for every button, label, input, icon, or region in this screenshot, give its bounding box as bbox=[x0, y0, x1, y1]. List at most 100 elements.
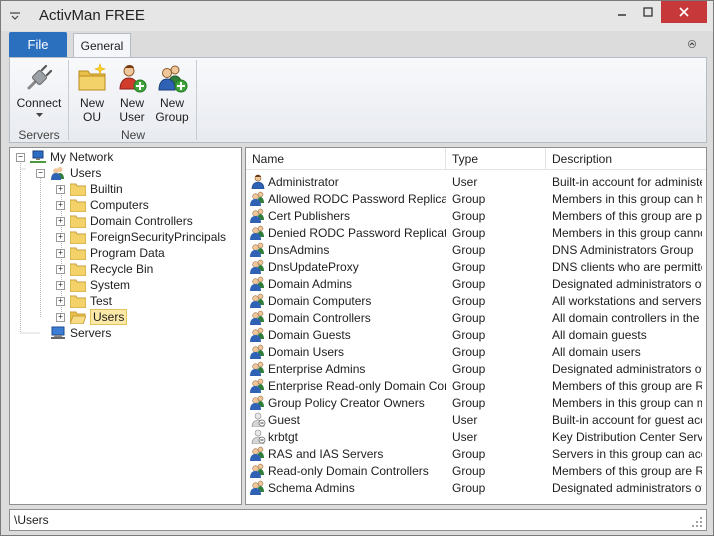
list-item[interactable]: Denied RODC Password Replicatio... Group M… bbox=[246, 224, 706, 241]
tree-item-users-domain[interactable]: − Users bbox=[36, 165, 101, 181]
tree-item-folder[interactable]: + System bbox=[56, 277, 130, 293]
row-type: Group bbox=[452, 378, 486, 393]
list-item[interactable]: Guest User Built-in account for guest acc.… bbox=[246, 411, 706, 428]
tree-label: Program Data bbox=[90, 246, 165, 260]
tree-label: Recycle Bin bbox=[90, 262, 154, 276]
list-item[interactable]: Cert Publishers Group Members of this grou… bbox=[246, 207, 706, 224]
group-icon bbox=[250, 344, 264, 359]
minimize-button[interactable] bbox=[609, 1, 635, 23]
group-icon bbox=[250, 361, 264, 376]
row-type: User bbox=[452, 174, 478, 189]
row-description: Members of this group are pe... bbox=[552, 208, 702, 223]
expand-toggle[interactable]: + bbox=[56, 216, 65, 226]
row-type: Group bbox=[452, 361, 486, 376]
collapse-toggle[interactable]: − bbox=[16, 152, 25, 162]
group-icon bbox=[250, 276, 264, 291]
cell-type: Group bbox=[452, 445, 546, 462]
expand-toggle[interactable]: + bbox=[56, 184, 65, 194]
list-item[interactable]: Group Policy Creator Owners Group Members … bbox=[246, 394, 706, 411]
row-name: Schema Admins bbox=[268, 480, 355, 495]
new-group-button[interactable]: New Group bbox=[152, 62, 192, 124]
tree-label: Servers bbox=[70, 326, 112, 340]
cell-description: Built-in account for guest acc... bbox=[552, 411, 702, 428]
new-group-label-line1: New bbox=[159, 96, 184, 110]
list-item[interactable]: RAS and IAS Servers Group Servers in this … bbox=[246, 445, 706, 462]
expand-toggle[interactable]: + bbox=[56, 264, 65, 274]
file-tab[interactable]: File bbox=[9, 32, 67, 57]
row-type: Group bbox=[452, 395, 486, 410]
resize-grip-icon[interactable] bbox=[692, 517, 702, 527]
row-description: Members of this group are R... bbox=[552, 463, 702, 478]
column-header-description[interactable]: Description bbox=[546, 148, 706, 170]
network-icon bbox=[30, 150, 46, 163]
column-header-type[interactable]: Type bbox=[446, 148, 546, 170]
column-header-name[interactable]: Name bbox=[246, 148, 446, 170]
cell-name: Domain Admins bbox=[250, 275, 446, 292]
row-type: Group bbox=[452, 191, 486, 206]
expand-toggle[interactable]: + bbox=[56, 280, 65, 290]
ribbon-collapse-icon[interactable] bbox=[685, 37, 699, 51]
list-item[interactable]: Schema Admins Group Designated administrat… bbox=[246, 479, 706, 496]
list-item[interactable]: Allowed RODC Password Replicati... Group M… bbox=[246, 190, 706, 207]
row-description: All workstations and servers j... bbox=[552, 293, 702, 308]
tree-item-my-network[interactable]: − My Network bbox=[16, 149, 113, 165]
tree-item-folder[interactable]: + ForeignSecurityPrincipals bbox=[56, 229, 226, 245]
cell-type: Group bbox=[452, 462, 546, 479]
maximize-button[interactable] bbox=[635, 1, 661, 23]
expand-toggle[interactable]: + bbox=[56, 232, 65, 242]
new-ou-button[interactable]: New OU bbox=[74, 62, 110, 124]
row-type: Group bbox=[452, 259, 486, 274]
row-name: Cert Publishers bbox=[268, 208, 351, 223]
object-list[interactable]: Name Type Description Administrator User B… bbox=[245, 147, 707, 505]
row-description: All domain guests bbox=[552, 327, 647, 342]
list-item[interactable]: Domain Guests Group All domain guests bbox=[246, 326, 706, 343]
list-item[interactable]: DnsUpdateProxy Group DNS clients who are p… bbox=[246, 258, 706, 275]
list-item[interactable]: Enterprise Read-only Domain Contr... Grou… bbox=[246, 377, 706, 394]
tree-view[interactable]: − My Network − Users + Builtin + Compute… bbox=[9, 147, 242, 505]
folder-icon bbox=[70, 199, 86, 212]
collapse-toggle[interactable]: − bbox=[36, 168, 45, 178]
new-user-label-line2: User bbox=[119, 110, 145, 124]
tree-item-folder-selected[interactable]: + Users bbox=[56, 309, 128, 325]
cell-name: DnsUpdateProxy bbox=[250, 258, 446, 275]
row-description: Members in this group can m... bbox=[552, 395, 702, 410]
cell-description: DNS clients who are permitte... bbox=[552, 258, 702, 275]
row-name: Domain Admins bbox=[268, 276, 353, 291]
expand-toggle[interactable]: + bbox=[56, 312, 65, 322]
expand-toggle[interactable]: + bbox=[56, 248, 65, 258]
tree-item-folder[interactable]: + Domain Controllers bbox=[56, 213, 193, 229]
list-item[interactable]: Administrator User Built-in account for ad… bbox=[246, 173, 706, 190]
cell-description: Key Distribution Center Servi... bbox=[552, 428, 702, 445]
tree-item-folder[interactable]: + Recycle Bin bbox=[56, 261, 153, 277]
row-name: Domain Computers bbox=[268, 293, 372, 308]
tree-label: Domain Controllers bbox=[90, 214, 193, 228]
cell-description: Servers in this group can acc... bbox=[552, 445, 702, 462]
tree-item-folder[interactable]: + Computers bbox=[56, 197, 149, 213]
connect-button[interactable]: Connect bbox=[14, 62, 64, 118]
list-item[interactable]: krbtgt User Key Distribution Center Servi.… bbox=[246, 428, 706, 445]
tree-item-folder[interactable]: + Test bbox=[56, 293, 112, 309]
expand-toggle[interactable]: + bbox=[56, 200, 65, 210]
row-description: Designated administrators of ... bbox=[552, 361, 702, 376]
list-item[interactable]: DnsAdmins Group DNS Administrators Group bbox=[246, 241, 706, 258]
close-button[interactable] bbox=[661, 1, 707, 23]
cell-name: krbtgt bbox=[250, 428, 446, 445]
new-user-button[interactable]: New User bbox=[114, 62, 150, 124]
cell-type: Group bbox=[452, 190, 546, 207]
tree-item-folder[interactable]: + Builtin bbox=[56, 181, 123, 197]
tree-item-folder[interactable]: + Program Data bbox=[56, 245, 165, 261]
list-item[interactable]: Domain Admins Group Designated administrat… bbox=[246, 275, 706, 292]
list-item[interactable]: Read-only Domain Controllers Group Members… bbox=[246, 462, 706, 479]
status-path: \Users bbox=[14, 513, 49, 527]
cell-name: Group Policy Creator Owners bbox=[250, 394, 446, 411]
general-tab[interactable]: General bbox=[73, 33, 131, 57]
tree-item-servers[interactable]: Servers bbox=[50, 325, 111, 341]
list-item[interactable]: Domain Controllers Group All domain contro… bbox=[246, 309, 706, 326]
system-menu-icon[interactable] bbox=[7, 9, 23, 23]
list-item[interactable]: Enterprise Admins Group Designated adminis… bbox=[246, 360, 706, 377]
expand-toggle[interactable]: + bbox=[56, 296, 65, 306]
cell-type: Group bbox=[452, 241, 546, 258]
list-item[interactable]: Domain Computers Group All workstations an… bbox=[246, 292, 706, 309]
list-item[interactable]: Domain Users Group All domain users bbox=[246, 343, 706, 360]
group-icon bbox=[250, 378, 264, 393]
